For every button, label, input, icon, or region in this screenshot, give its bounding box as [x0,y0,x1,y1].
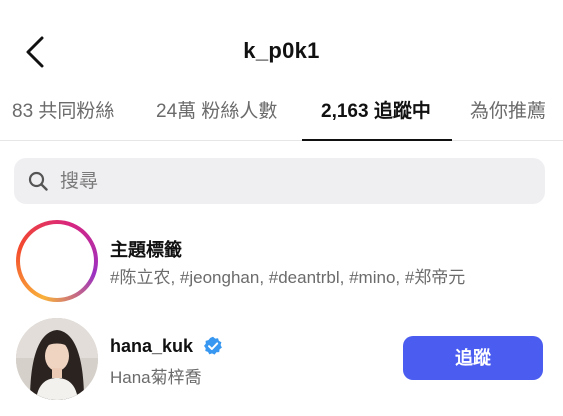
search-bar[interactable] [14,158,545,206]
search-input[interactable] [58,158,532,206]
hashtags-list: #陈立农, #jeonghan, #deantrbl, #mino, #郑帝元 [110,268,466,287]
hashtags-row[interactable]: 主題標籤 #陈立农, #jeonghan, #deantrbl, #mino, … [0,220,563,302]
tab-bar: 83 共同粉絲 24萬 粉絲人數 2,163 追蹤中 為你推薦 [0,96,563,141]
hashtags-title: 主題標籤 [110,240,182,260]
profile-photo [16,318,98,400]
active-tab-indicator [302,139,452,141]
tab-mutual-followers[interactable]: 83 共同粉絲 [12,96,114,140]
hashtag-icon [38,243,76,281]
header: k_p0k1 [0,0,563,96]
follow-button[interactable]: 追蹤 [403,336,543,380]
full-name: Hana菊梓喬 [110,368,202,387]
username: hana_kuk [110,336,194,356]
avatar[interactable] [16,318,98,400]
verified-badge-icon [204,336,222,355]
tab-following[interactable]: 2,163 追蹤中 [321,96,431,140]
tab-followers[interactable]: 24萬 粉絲人數 [156,96,277,140]
page-title: k_p0k1 [243,38,320,63]
hashtag-avatar [16,220,98,302]
search-icon [28,171,48,191]
tab-suggested[interactable]: 為你推薦 [470,96,546,140]
